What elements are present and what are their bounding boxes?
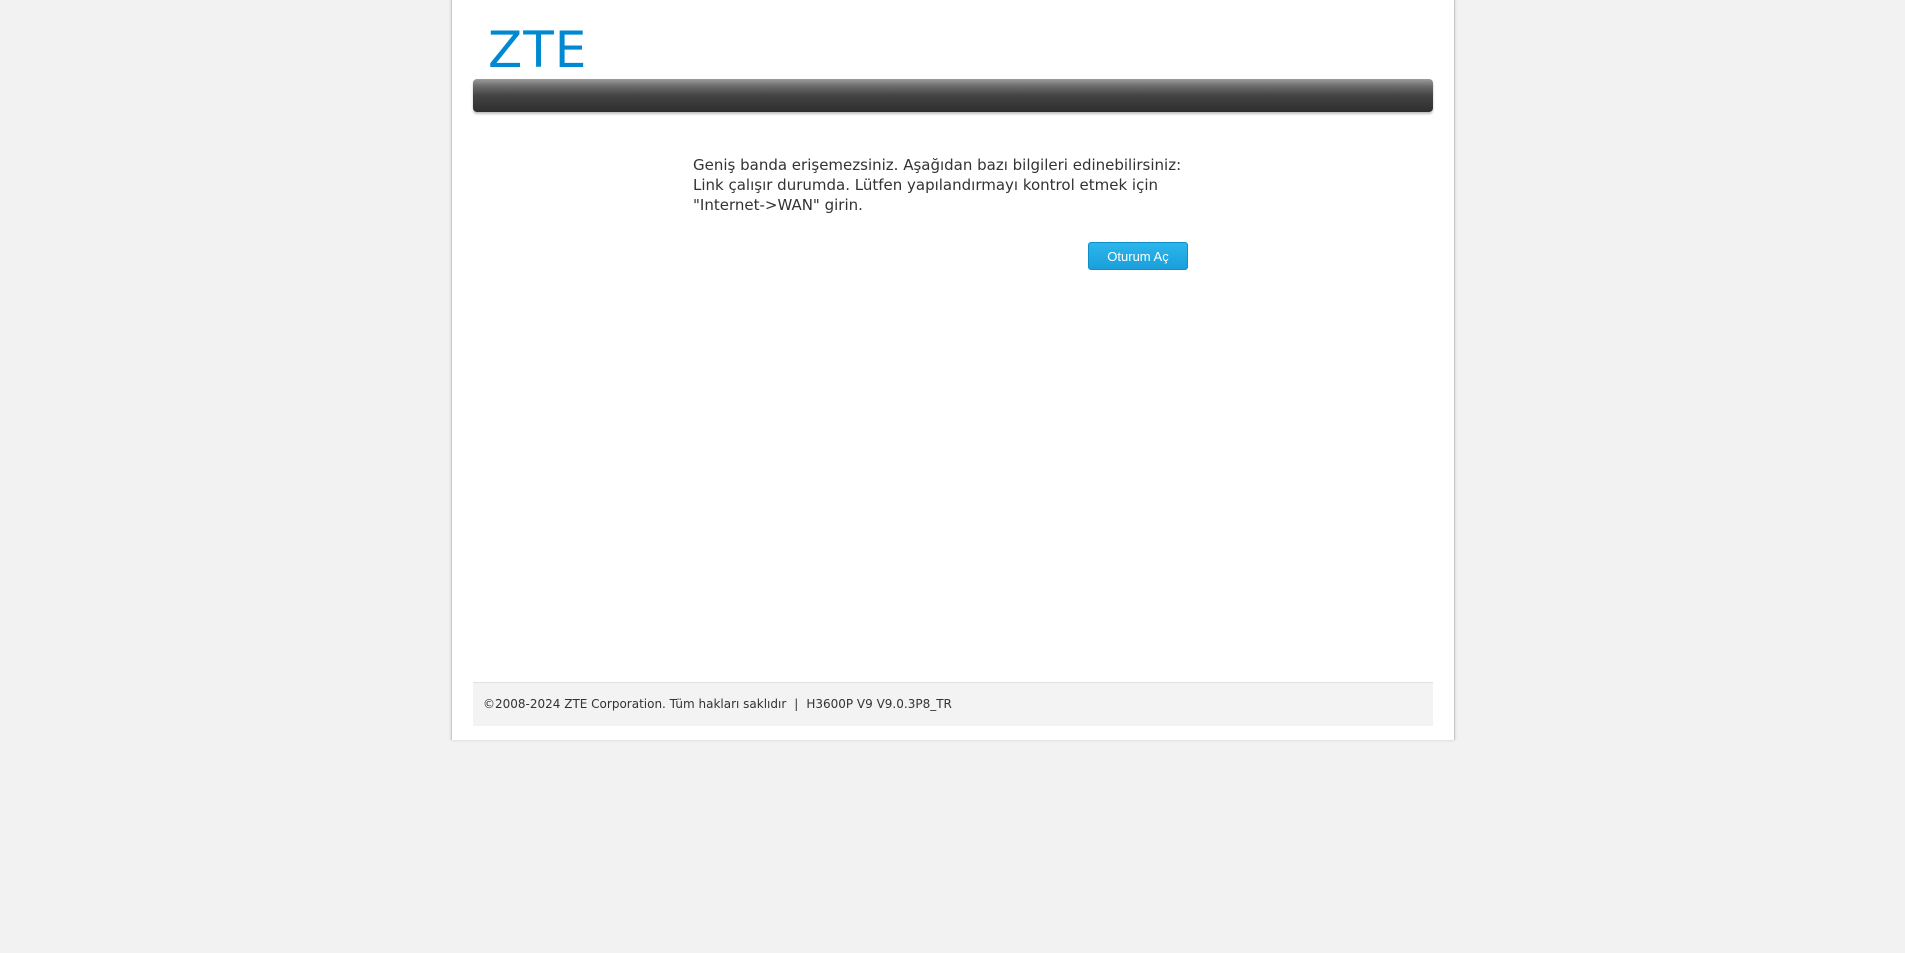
copyright-text: ©2008-2024 ZTE Corporation. Tüm hakları … bbox=[483, 697, 787, 711]
message-line-1: Geniş banda erişemezsiniz. Aşağıdan bazı… bbox=[693, 156, 1182, 174]
status-message: Geniş banda erişemezsiniz. Aşağıdan bazı… bbox=[693, 155, 1213, 215]
footer: ©2008-2024 ZTE Corporation. Tüm hakları … bbox=[473, 682, 1433, 726]
login-button[interactable]: Oturum Aç bbox=[1088, 242, 1188, 270]
message-line-2: Link çalışır durumda. Lütfen yapılandırm… bbox=[693, 176, 1158, 214]
footer-separator: | bbox=[794, 697, 799, 711]
firmware-version: H3600P V9 V9.0.3P8_TR bbox=[806, 697, 952, 711]
zte-logo: ZTE bbox=[488, 21, 588, 79]
page-container: ZTE Geniş banda erişemezsiniz. Aşağıdan … bbox=[451, 0, 1455, 740]
navigation-bar bbox=[473, 79, 1433, 112]
